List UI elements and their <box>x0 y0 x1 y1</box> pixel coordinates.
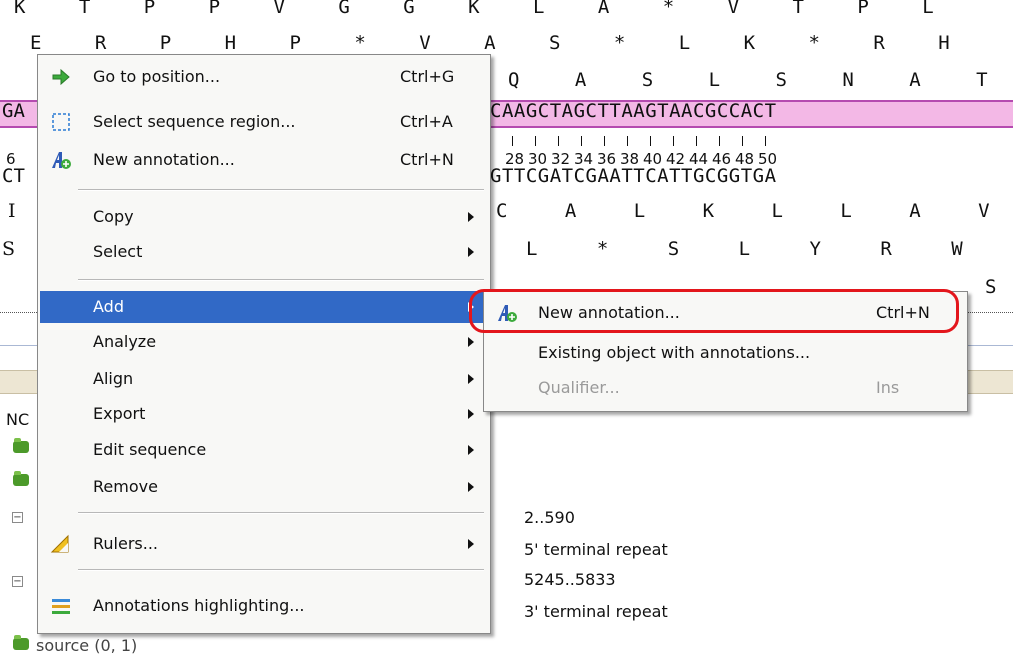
folder-icon[interactable] <box>13 635 29 650</box>
menu-item-label: New annotation... <box>93 150 235 169</box>
menu-item-label: Align <box>93 369 134 388</box>
menu-item-label: Add <box>93 297 124 316</box>
annotation-location: 2..590 <box>524 508 575 527</box>
rev-frame-1: C A L K L L A V <box>496 200 1013 222</box>
collapse-icon[interactable]: − <box>12 512 23 523</box>
menu-item-label: Export <box>93 404 146 423</box>
menu-item-label: Select <box>93 242 143 261</box>
ruler-tick <box>558 136 559 146</box>
translation-row-3: Q A S L S N A T <box>508 69 1010 91</box>
menu-item-analyze[interactable]: Analyze <box>40 326 488 358</box>
rev-frame-2-left: S <box>2 238 16 260</box>
menu-item-export[interactable]: Export <box>40 398 488 430</box>
ruler-tick <box>719 136 720 146</box>
folder-icon[interactable] <box>13 471 29 486</box>
context-menu: Go to position... Ctrl+G Select sequence… <box>37 54 491 634</box>
ruler-tick <box>627 136 628 146</box>
menu-item-label: Copy <box>93 207 134 226</box>
submenu-arrow-icon <box>468 374 474 384</box>
annotation-note: 5' terminal repeat <box>524 540 668 559</box>
tree-item-source[interactable]: source (0, 1) <box>36 636 137 655</box>
menu-item-label: Existing object with annotations... <box>538 343 811 362</box>
dna-strand-selected[interactable]: CAAGCTAGCTTAAGTAACGCCACT <box>490 100 777 122</box>
ruler-tick <box>512 136 513 146</box>
menu-item-new-annotation[interactable]: New annotation... Ctrl+N <box>40 144 488 176</box>
menu-item-annotations-highlighting[interactable]: Annotations highlighting... <box>40 590 488 622</box>
menu-separator <box>78 512 484 514</box>
ruler-tick <box>604 136 605 146</box>
callout-highlight-ring <box>469 289 959 333</box>
submenu-item-existing-object[interactable]: Existing object with annotations... <box>486 337 965 369</box>
menu-item-select[interactable]: Select <box>40 236 488 268</box>
menu-item-add[interactable]: Add <box>40 291 488 323</box>
menu-item-remove[interactable]: Remove <box>40 471 488 503</box>
menu-item-label: Remove <box>93 477 158 496</box>
new-annotation-icon <box>52 152 71 169</box>
menu-separator <box>78 569 484 571</box>
menu-item-shortcut: Ctrl+N <box>400 150 454 169</box>
menu-item-align[interactable]: Align <box>40 363 488 395</box>
menu-item-label: Go to position... <box>93 67 221 86</box>
menu-item-shortcut: Ctrl+G <box>400 67 455 86</box>
rev-frame-1-left: I <box>8 200 16 222</box>
submenu-arrow-icon <box>468 482 474 492</box>
rev-frame-2: L * S L Y R W K <box>526 238 1013 260</box>
ruler-tick <box>696 136 697 146</box>
ruler-tick <box>650 136 651 146</box>
annotation-note: 3' terminal repeat <box>524 602 668 621</box>
menu-item-edit-sequence[interactable]: Edit sequence <box>40 434 488 466</box>
ruler-tick <box>742 136 743 146</box>
translation-row-2: E R P H P * V A S * L K * R H <box>30 32 971 54</box>
menu-item-label: Analyze <box>93 332 157 351</box>
collapse-icon[interactable]: − <box>12 576 23 587</box>
menu-item-label: Edit sequence <box>93 440 207 459</box>
ruler-tick <box>765 136 766 146</box>
menu-item-label: Qualifier... <box>538 378 620 397</box>
dna-strand-left: GA <box>2 100 25 122</box>
menu-item-shortcut: Ins <box>876 378 900 397</box>
ruler-tick <box>581 136 582 146</box>
complement-strand-left: CT <box>2 165 25 187</box>
arrow-right-icon <box>52 68 70 86</box>
menu-item-label: Select sequence region... <box>93 112 296 131</box>
submenu-arrow-icon <box>468 409 474 419</box>
translation-row-1: K T P P V G G K L A * V T P L <box>14 0 955 18</box>
submenu-arrow-icon <box>468 212 474 222</box>
menu-item-label: Rulers... <box>93 534 158 553</box>
submenu-arrow-icon <box>468 337 474 347</box>
ruler-icon <box>50 534 69 553</box>
folder-icon[interactable] <box>13 438 29 453</box>
menu-item-copy[interactable]: Copy <box>40 201 488 233</box>
menu-item-rulers[interactable]: Rulers... <box>40 528 488 560</box>
menu-item-label: Annotations highlighting... <box>93 596 305 615</box>
submenu-arrow-icon <box>468 539 474 549</box>
menu-item-go-to-position[interactable]: Go to position... Ctrl+G <box>40 61 488 93</box>
menu-item-select-sequence-region[interactable]: Select sequence region... Ctrl+A <box>40 106 488 138</box>
submenu-arrow-icon <box>468 445 474 455</box>
submenu-item-qualifier[interactable]: Qualifier... Ins <box>486 372 965 404</box>
menu-separator <box>78 189 484 191</box>
select-region-icon <box>52 113 70 131</box>
submenu-arrow-icon <box>468 247 474 257</box>
ruler-tick <box>535 136 536 146</box>
menu-separator <box>78 279 484 281</box>
annotation-location: 5245..5833 <box>524 570 616 589</box>
ruler-tick <box>673 136 674 146</box>
rev-frame-3: S <box>985 276 997 298</box>
menu-item-shortcut: Ctrl+A <box>400 112 453 131</box>
complement-strand: GTTCGATCGAATTCATTGCGGTGA <box>490 165 777 187</box>
highlight-icon <box>52 599 70 614</box>
tree-root-label: NC <box>6 410 30 429</box>
